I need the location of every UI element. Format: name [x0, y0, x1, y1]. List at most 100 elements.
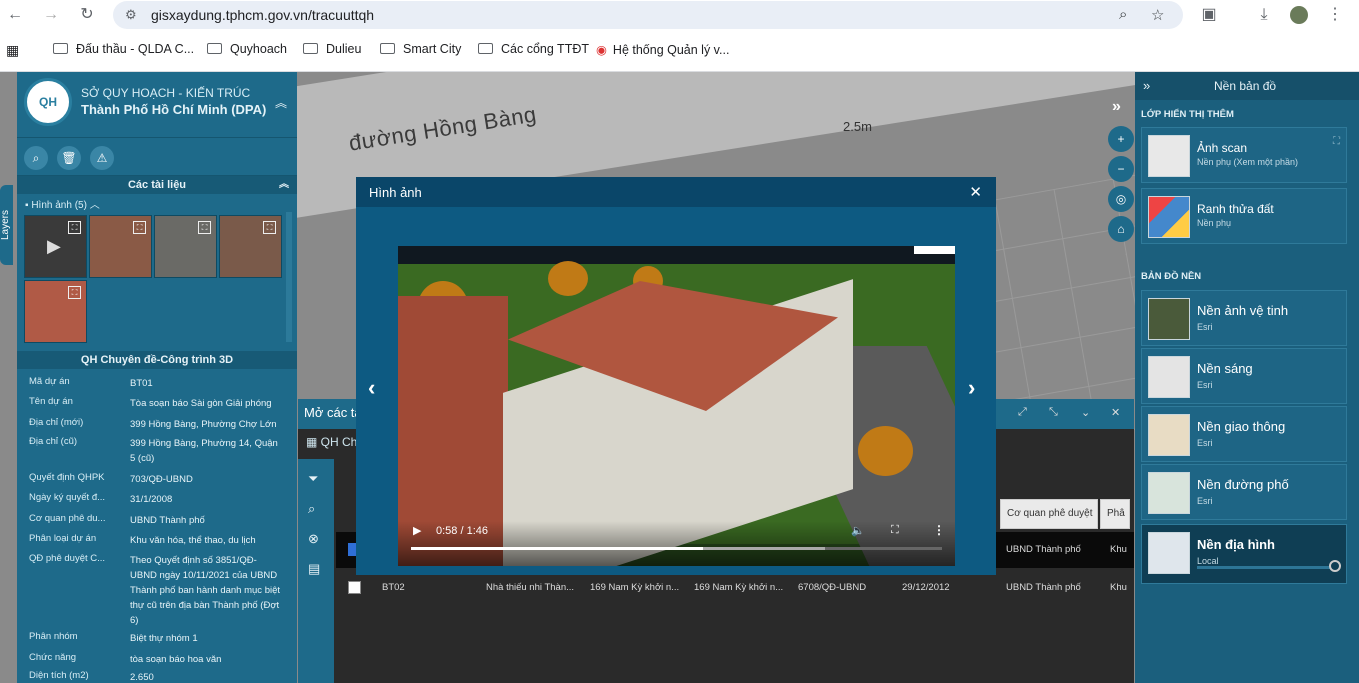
tab-search-icon[interactable]: ▣: [1200, 6, 1218, 24]
restore-icon[interactable]: ⤡: [1049, 406, 1058, 419]
collapse-icon[interactable]: ︽: [275, 94, 287, 111]
close-icon[interactable]: ✕: [969, 183, 982, 201]
chevron-up-icon[interactable]: ︽: [279, 176, 289, 194]
zoom-out-icon[interactable]: −: [1108, 156, 1134, 182]
section-3d[interactable]: QH Chuyên đề-Công trình 3D: [17, 351, 297, 369]
layer-thumb: [1148, 532, 1190, 574]
video-overlay-box: [914, 246, 955, 254]
layer-thumb: [1148, 135, 1190, 177]
image-thumb[interactable]: ⛶: [89, 215, 152, 278]
url-text[interactable]: gisxaydung.tphcm.gov.vn/tracuuttqh: [151, 7, 374, 23]
distance-label: 2.5m: [843, 119, 872, 134]
basemap-terrain[interactable]: Nền địa hình Local: [1141, 524, 1347, 584]
image-thumb[interactable]: ⛶: [24, 280, 87, 343]
images-group[interactable]: ▪ Hình ảnh (5) ︿: [25, 196, 100, 211]
bottom-panel-title: Mở các ta: [304, 405, 362, 420]
bookmark-item[interactable]: Quyhoach: [207, 42, 287, 56]
table-row[interactable]: BT02 Nhà thiếu nhi Thàn... 169 Nam Kỳ kh…: [336, 570, 1134, 606]
layer-thumb: [1148, 356, 1190, 398]
expand-icon[interactable]: ⛶: [263, 221, 276, 234]
image-thumb[interactable]: ▶ ⛶: [24, 215, 87, 278]
avatar[interactable]: [1290, 6, 1308, 24]
layers-tab[interactable]: Layers: [0, 185, 13, 265]
opacity-slider[interactable]: [1197, 566, 1337, 569]
table-tools: ⏷ ⌕ ⊗ ▤: [298, 459, 334, 683]
site-info-icon[interactable]: ⚙: [125, 7, 137, 23]
bookmark-item[interactable]: Các cổng TTĐT: [478, 42, 589, 56]
video-time: 0:58 / 1:46: [436, 525, 488, 537]
expand-icon[interactable]: ⛶: [1333, 136, 1340, 147]
menu-icon[interactable]: ⋮: [1326, 6, 1344, 24]
zoom-in-icon[interactable]: +: [1108, 126, 1134, 152]
expand-icon[interactable]: ⛶: [133, 221, 146, 234]
bookmark-item[interactable]: Smart City: [380, 42, 461, 56]
folder-icon: [53, 43, 68, 54]
expand-icon[interactable]: ⛶: [198, 221, 211, 234]
clear-icon[interactable]: ⊗: [308, 531, 319, 547]
scrollbar[interactable]: [286, 212, 292, 342]
chevron-down-icon[interactable]: ⌄: [1081, 406, 1090, 419]
filter-icon[interactable]: ⏷: [308, 471, 318, 487]
back-icon[interactable]: ←: [6, 6, 24, 24]
left-panel: QH SỞ QUY HOẠCH - KIẾN TRÚC Thành Phố Hồ…: [17, 72, 297, 683]
maximize-icon[interactable]: ⤢: [1018, 406, 1027, 419]
forward-icon[interactable]: →: [42, 6, 60, 24]
folder-icon: [207, 43, 222, 54]
video-player[interactable]: ▶ 0:58 / 1:46 🔈 ⛶ ⋮: [398, 246, 955, 566]
video-progress[interactable]: [411, 547, 942, 550]
video-tree: [548, 261, 588, 296]
layer-card-scan[interactable]: Ảnh scan Nền phụ (Xem một phần) ⛶: [1141, 127, 1347, 183]
download-icon[interactable]: ⤓: [1255, 6, 1273, 24]
apps-icon[interactable]: ▦: [6, 42, 19, 59]
prev-arrow-icon[interactable]: ‹: [368, 375, 375, 401]
play-icon[interactable]: ▶: [413, 524, 421, 537]
export-excel-icon[interactable]: ▤: [308, 561, 320, 577]
address-bar[interactable]: ⚙ gisxaydung.tphcm.gov.vn/tracuuttqh ⌕ ☆: [113, 1, 1183, 29]
fullscreen-icon[interactable]: ⛶: [891, 524, 899, 537]
collapse-panel-icon[interactable]: »: [1143, 78, 1150, 93]
basemap-traffic[interactable]: Nền giao thông Esri: [1141, 406, 1347, 462]
star-icon[interactable]: ☆: [1151, 6, 1164, 24]
expand-icon[interactable]: ⛶: [68, 221, 81, 234]
bookmark-item[interactable]: Đấu thầu - QLDA C...: [53, 42, 194, 56]
section-docs[interactable]: Các tài liệu ︽: [17, 176, 297, 194]
image-thumb[interactable]: ⛶: [154, 215, 217, 278]
layer-card-parcel[interactable]: Ranh thửa đất Nền phụ: [1141, 188, 1347, 244]
bookmarks-bar: ▦ Đấu thầu - QLDA C... Quyhoach Dulieu S…: [0, 38, 1359, 64]
site-icon: ◉: [596, 43, 607, 57]
home-icon[interactable]: ⌂: [1108, 216, 1134, 242]
close-icon[interactable]: ✕: [1111, 406, 1120, 419]
folder-icon: [380, 43, 395, 54]
bookmark-item[interactable]: ◉ Hệ thống Quản lý v...: [596, 42, 729, 57]
info-row: Diện tích (m2) 2.650: [29, 670, 154, 682]
panel-title: Nền bản đồ: [1214, 79, 1277, 93]
basemap-light[interactable]: Nền sáng Esri: [1141, 348, 1347, 404]
locate-icon[interactable]: ◎: [1108, 186, 1134, 212]
more-options-icon[interactable]: ⋮: [933, 523, 945, 537]
map-controls: + − ◎ ⌂: [1106, 94, 1134, 244]
zoom-icon[interactable]: ⌕: [308, 501, 315, 517]
video-played: [411, 547, 704, 550]
base-maps-title: BẢN ĐỒ NỀN: [1141, 271, 1202, 282]
warning-icon[interactable]: ⚠: [90, 146, 114, 170]
modal-title: Hình ảnh: [369, 185, 422, 200]
trash-icon[interactable]: 🗑: [57, 146, 81, 170]
video-controls: ▶ 0:58 / 1:46 🔈 ⛶ ⋮: [398, 521, 955, 566]
column-header[interactable]: Cơ quan phê duyệt: [1000, 499, 1098, 529]
reload-icon[interactable]: ↻: [78, 6, 96, 24]
volume-icon[interactable]: 🔈: [851, 524, 865, 537]
search-icon[interactable]: ⌕: [24, 146, 48, 170]
expand-icon[interactable]: ⛶: [68, 286, 81, 299]
image-thumb[interactable]: ⛶: [219, 215, 282, 278]
opacity-slider-knob[interactable]: [1329, 560, 1341, 572]
bookmark-item[interactable]: Dulieu: [303, 42, 361, 56]
zoom-icon[interactable]: ⌕: [1119, 6, 1127, 23]
next-arrow-icon[interactable]: ›: [968, 375, 975, 401]
row-checkbox[interactable]: [348, 581, 361, 594]
column-header[interactable]: Phâ: [1100, 499, 1130, 529]
folder-icon: [478, 43, 493, 54]
basemap-street[interactable]: Nền đường phố Esri: [1141, 464, 1347, 520]
extra-layers-title: LỚP HIỂN THỊ THÊM: [1141, 109, 1234, 120]
right-panel: » Nền bản đồ LỚP HIỂN THỊ THÊM Ảnh scan N…: [1135, 72, 1359, 683]
basemap-satellite[interactable]: Nền ảnh vệ tinh Esri: [1141, 290, 1347, 346]
